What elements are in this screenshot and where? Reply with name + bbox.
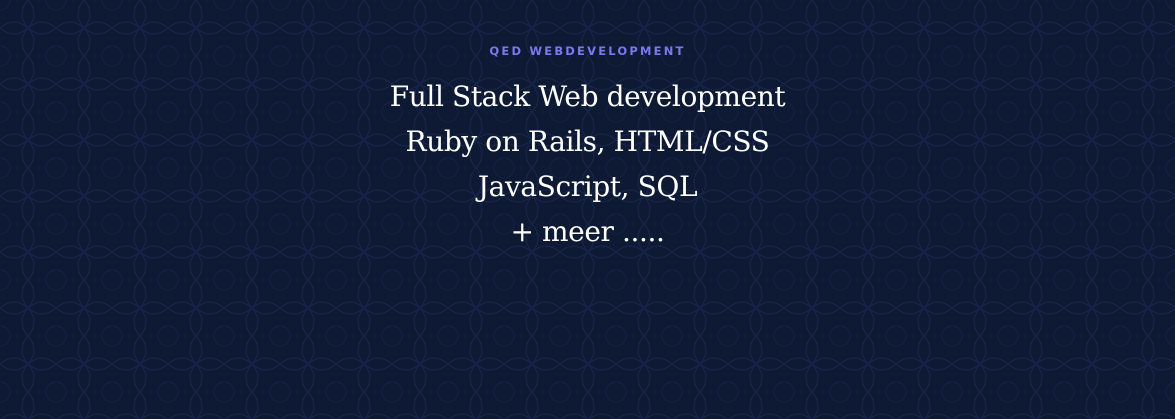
- headline-line-rails-html-css: Ruby on Rails, HTML/CSS: [405, 125, 770, 158]
- headline-line-more: + meer .....: [510, 215, 665, 248]
- hero-headline: Full Stack Web development Ruby on Rails…: [0, 74, 1175, 254]
- company-eyebrow: QED WEBDEVELOPMENT: [489, 44, 686, 58]
- headline-line-javascript-sql: JavaScript, SQL: [477, 170, 698, 203]
- headline-line-full-stack: Full Stack Web development: [389, 80, 786, 113]
